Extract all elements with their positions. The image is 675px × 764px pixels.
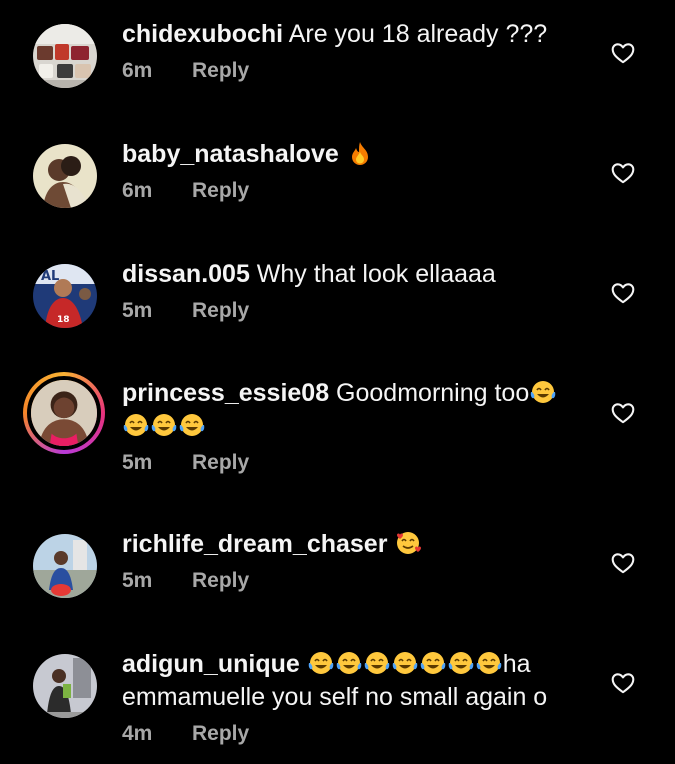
reply-button[interactable]: Reply [192,59,249,82]
avatar-image [31,380,97,446]
avatar [27,376,101,450]
svg-text:18: 18 [57,315,70,325]
avatar-image [33,144,97,208]
comment-text: Goodmorning too [329,379,530,407]
tears-of-joy-emoji [307,650,335,676]
comment-meta: 5m Reply [122,569,592,593]
heart-outline-icon [611,403,635,424]
avatar-with-story-ring[interactable] [23,372,105,454]
reply-button[interactable]: Reply [192,722,249,745]
comment-username[interactable]: adigun_unique [122,650,300,678]
tears-of-joy-emoji [475,650,503,676]
comment-text [339,140,346,168]
reply-button[interactable]: Reply [192,451,249,474]
fire-emoji [346,140,374,166]
comment-meta: 5m Reply [122,299,592,323]
like-button[interactable] [610,400,636,426]
reply-button[interactable]: Reply [192,569,249,592]
tears-of-joy-emoji [391,650,419,676]
comment-meta: 4m Reply [122,722,592,746]
avatar[interactable] [33,654,97,718]
comment-body-line-2 [122,410,592,443]
like-button[interactable] [610,670,636,696]
tears-of-joy-emoji [447,650,475,676]
reply-button[interactable]: Reply [192,299,249,322]
heart-outline-icon [611,553,635,574]
avatar[interactable] [33,534,97,598]
comment-time: 5m [122,569,153,592]
comment-username[interactable]: chidexubochi [122,20,283,48]
like-button[interactable] [610,280,636,306]
avatar-image [33,534,97,598]
smiling-face-with-hearts-emoji [394,530,422,556]
tears-of-joy-emoji [335,650,363,676]
tears-of-joy-emoji [529,379,557,405]
comment-body-line-2: emmamuelle you self no small again o [122,683,548,711]
comment-username[interactable]: dissan.005 [122,260,250,288]
heart-outline-icon [611,283,635,304]
comment-body: princess_essie08 Goodmorning too [122,377,592,410]
comment-text [387,530,394,558]
comment-time: 4m [122,722,153,745]
avatar[interactable] [33,144,97,208]
tears-of-joy-emoji [122,412,150,438]
heart-outline-icon [611,43,635,64]
avatar[interactable]: AL 18 [33,264,97,328]
comment-body: chidexubochi Are you 18 already ??? [122,18,592,51]
comment-username[interactable]: richlife_dream_chaser [122,530,387,558]
avatar[interactable] [33,24,97,88]
like-button[interactable] [610,160,636,186]
comment-time: 5m [122,299,153,322]
reply-button[interactable]: Reply [192,179,249,202]
comment-time: 5m [122,451,153,474]
tears-of-joy-emoji [150,412,178,438]
comment-body: dissan.005 Why that look ellaaaa [122,258,592,291]
avatar-image [33,654,97,718]
tears-of-joy-emoji [363,650,391,676]
like-button[interactable] [610,40,636,66]
avatar-image [33,24,97,88]
avatar-image: AL 18 [33,264,97,328]
comment-body: baby_natashalove [122,138,592,171]
comment-meta: 5m Reply [122,451,592,475]
comment-text: Why that look ellaaaa [249,260,496,288]
comment-text [300,650,307,678]
comment-username[interactable]: princess_essie08 [122,379,329,407]
comment-time: 6m [122,59,153,82]
comment-meta: 6m Reply [122,59,592,83]
comment-body: adigun_unique ha [122,648,592,681]
tears-of-joy-emoji [419,650,447,676]
comment-username[interactable]: baby_natashalove [122,140,339,168]
like-button[interactable] [610,550,636,576]
comment-text: Are you 18 already ??? [283,20,548,48]
comment-text-after-emojis: ha [502,650,531,678]
comment-time: 6m [122,179,153,202]
comment-meta: 6m Reply [122,179,592,203]
heart-outline-icon [611,673,635,694]
tears-of-joy-emoji [178,412,206,438]
comment-body: richlife_dream_chaser [122,528,592,561]
heart-outline-icon [611,163,635,184]
